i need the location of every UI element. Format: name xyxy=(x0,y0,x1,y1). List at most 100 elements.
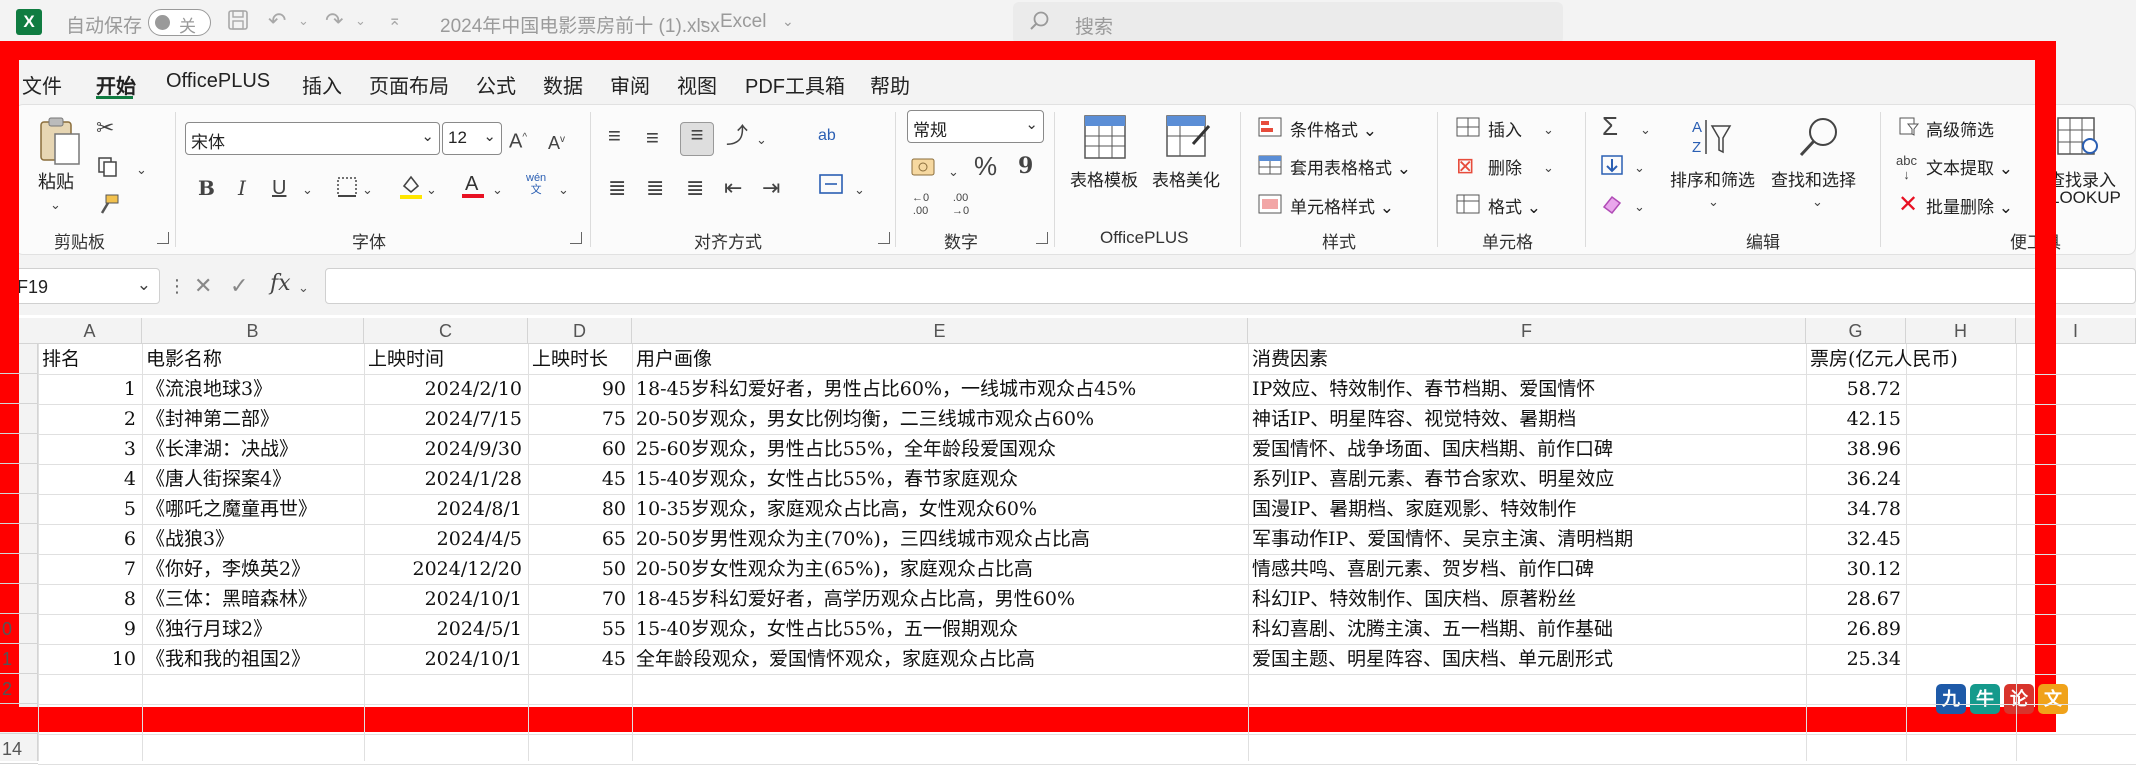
autosave-toggle[interactable]: 关 xyxy=(148,9,211,36)
alignment-launcher-icon[interactable] xyxy=(878,232,890,244)
row-header[interactable]: 2 xyxy=(0,674,38,704)
underline-dropdown-icon[interactable]: ⌄ xyxy=(302,178,313,202)
bold-button[interactable]: B xyxy=(198,176,215,200)
format-cells-button[interactable]: 格式 ⌄ xyxy=(1488,193,1541,218)
table-cell[interactable]: 情感共鸣、喜剧元素、贺岁档、前作口碑 xyxy=(1252,554,1594,584)
number-format-select[interactable]: 常规 ⌄ xyxy=(907,110,1044,143)
copy-dropdown-icon[interactable]: ⌄ xyxy=(136,158,147,182)
table-cell[interactable]: 70 xyxy=(528,584,626,614)
tab-officeplus[interactable]: OfficePLUS xyxy=(166,70,270,93)
clear-icon[interactable] xyxy=(1600,193,1624,220)
undo-dropdown-icon[interactable]: ⌄ xyxy=(298,8,309,34)
tab-home[interactable]: 开始 xyxy=(96,70,136,99)
fill-color-icon[interactable] xyxy=(398,172,424,205)
column-header-c[interactable]: C xyxy=(364,318,528,344)
autosum-icon[interactable]: Σ xyxy=(1602,113,1618,139)
table-cell[interactable]: 《流浪地球3》 xyxy=(146,374,272,404)
table-cell[interactable]: 75 xyxy=(528,404,626,434)
table-cell[interactable]: 60 xyxy=(528,434,626,464)
row-header[interactable] xyxy=(0,464,38,494)
comma-style-button[interactable]: 9 xyxy=(1018,154,1033,178)
decrease-indent-icon[interactable]: ⇤ xyxy=(724,176,742,200)
advanced-filter-icon[interactable] xyxy=(1898,115,1920,142)
align-top-icon[interactable]: ≡ xyxy=(608,124,621,148)
table-cell[interactable]: 科幻喜剧、沈腾主演、五一档期、前作基础 xyxy=(1252,614,1613,644)
table-beautify-icon[interactable] xyxy=(1165,114,1211,165)
increase-font-icon[interactable]: A^ xyxy=(509,126,527,154)
undo-icon[interactable]: ↶ xyxy=(268,8,286,34)
table-cell[interactable]: IP效应、特效制作、春节档期、爱国情怀 xyxy=(1252,374,1595,404)
table-cell[interactable]: 80 xyxy=(528,494,626,524)
table-cell[interactable]: 军事动作IP、爱国情怀、吴京主演、清明档期 xyxy=(1252,524,1633,554)
table-cell[interactable]: 科幻IP、特效制作、国庆档、原著粉丝 xyxy=(1252,584,1576,614)
function-dropdown-icon[interactable]: ⌄ xyxy=(298,276,309,300)
table-cell[interactable]: 45 xyxy=(528,644,626,674)
row-header[interactable] xyxy=(0,344,38,374)
search-input[interactable]: 搜索 xyxy=(1013,2,1563,44)
copy-icon[interactable] xyxy=(96,155,120,184)
table-cell[interactable]: 国漫IP、暑期档、家庭观影、特效制作 xyxy=(1252,494,1576,524)
row-header[interactable]: 1 xyxy=(0,644,38,674)
table-cell[interactable]: 9 xyxy=(38,614,136,644)
conditional-format-icon[interactable] xyxy=(1258,116,1282,143)
redo-icon[interactable]: ↷ xyxy=(325,8,343,34)
column-header-f[interactable]: F xyxy=(1248,318,1806,344)
format-cells-icon[interactable] xyxy=(1456,193,1480,220)
phonetic-icon[interactable]: wén 文 xyxy=(526,172,546,196)
table-cell[interactable]: 2024/2/10 xyxy=(364,374,522,404)
delete-cells-dropdown-icon[interactable]: ⌄ xyxy=(1543,156,1554,180)
advanced-filter-button[interactable]: 高级筛选 xyxy=(1926,116,1994,141)
table-cell[interactable]: 15-40岁观众，女性占比55%，春节家庭观众 xyxy=(636,464,1018,494)
table-cell[interactable]: 1 xyxy=(38,374,136,404)
header-cell[interactable]: 电影名称 xyxy=(146,344,222,374)
delete-cells-icon[interactable]: ⊠ xyxy=(1456,154,1474,178)
table-cell[interactable]: 2024/12/20 xyxy=(364,554,522,584)
fill-dropdown-icon[interactable]: ⌄ xyxy=(1634,156,1645,180)
delete-cells-button[interactable]: 删除 xyxy=(1488,154,1522,179)
lookup-entry-button-line2[interactable]: LOOKUP xyxy=(2050,188,2121,208)
merge-center-icon[interactable] xyxy=(818,172,844,201)
decrease-font-icon[interactable]: Av xyxy=(548,128,565,155)
table-cell[interactable]: 18-45岁科幻爱好者，高学历观众占比高，男性60% xyxy=(636,584,1075,614)
table-cell[interactable]: 65 xyxy=(528,524,626,554)
tab-page-layout[interactable]: 页面布局 xyxy=(369,70,449,99)
table-cell[interactable]: 2024/9/30 xyxy=(364,434,522,464)
table-cell[interactable]: 55 xyxy=(528,614,626,644)
column-header-b[interactable]: B xyxy=(142,318,364,344)
table-cell[interactable]: 20-50岁男性观众为主(70%)，三四线城市观众占比高 xyxy=(636,524,1090,554)
table-cell[interactable]: 《战狼3》 xyxy=(146,524,234,554)
table-cell[interactable]: 《长津湖：决战》 xyxy=(146,434,298,464)
align-center-icon[interactable]: ≣ xyxy=(646,176,664,200)
table-cell[interactable]: 《你好，李焕英2》 xyxy=(146,554,310,584)
table-cell[interactable]: 《封神第二部》 xyxy=(146,404,279,434)
table-cell[interactable]: 8 xyxy=(38,584,136,614)
table-cell[interactable]: 2024/1/28 xyxy=(364,464,522,494)
row-header[interactable] xyxy=(0,554,38,584)
borders-dropdown-icon[interactable]: ⌄ xyxy=(362,178,373,202)
paste-dropdown-icon[interactable]: ⌄ xyxy=(50,193,61,217)
row-header[interactable] xyxy=(0,524,38,554)
table-cell[interactable]: 25-60岁观众，男性占比55%，全年龄段爱国观众 xyxy=(636,434,1056,464)
header-cell[interactable]: 上映时间 xyxy=(368,344,444,374)
title-dropdown-icon[interactable]: ⌄ xyxy=(782,13,794,30)
font-color-icon[interactable]: A xyxy=(460,170,486,205)
batch-delete-icon[interactable]: ✕ xyxy=(1898,193,1918,217)
row-header[interactable] xyxy=(0,704,38,734)
cell-styles-button[interactable]: 单元格样式 ⌄ xyxy=(1290,193,1394,218)
sort-filter-dropdown-icon[interactable]: ⌄ xyxy=(1708,190,1719,214)
row-header[interactable] xyxy=(0,404,38,434)
orientation-icon[interactable]: ⤴ xyxy=(726,124,748,148)
insert-cells-button[interactable]: 插入 xyxy=(1488,116,1522,141)
header-cell[interactable]: 消费因素 xyxy=(1252,344,1328,374)
table-cell[interactable]: 2 xyxy=(38,404,136,434)
format-as-table-button[interactable]: 套用表格格式 ⌄ xyxy=(1290,154,1411,179)
tab-review[interactable]: 审阅 xyxy=(610,70,650,99)
increase-indent-icon[interactable]: ⇥ xyxy=(762,176,780,200)
percent-button[interactable]: % xyxy=(974,153,997,179)
table-cell[interactable]: 32.45 xyxy=(1806,524,1901,554)
name-box[interactable]: F19 ⌄ xyxy=(0,268,160,304)
text-extract-button[interactable]: 文本提取 ⌄ xyxy=(1926,154,2013,179)
decrease-decimal-icon[interactable]: .00 →0 xyxy=(952,192,969,218)
font-name-select[interactable]: 宋体 ⌄ xyxy=(185,122,440,155)
table-cell[interactable]: 2024/10/1 xyxy=(364,644,522,674)
